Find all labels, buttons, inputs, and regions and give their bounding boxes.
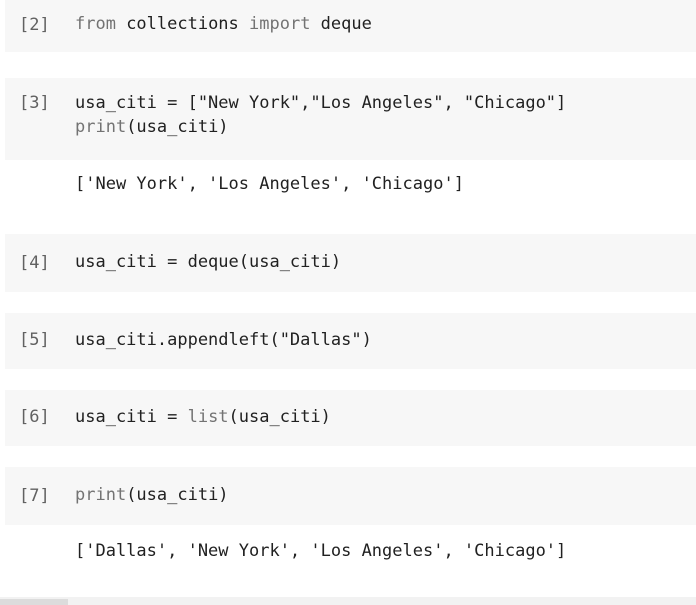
code-editor-7[interactable]: print(usa_citi) xyxy=(75,483,229,507)
execution-count-5: [5] xyxy=(19,330,50,350)
code-args: (usa_citi) xyxy=(126,485,229,505)
execution-count-6: [6] xyxy=(19,407,50,427)
module-name: collections xyxy=(115,14,250,34)
execution-count-4: [4] xyxy=(19,253,50,273)
code-cell-5[interactable]: [5] usa_citi.appendleft("Dallas") xyxy=(5,313,696,369)
code-editor-6[interactable]: usa_citi = list(usa_citi) xyxy=(75,405,331,429)
keyword-import: import xyxy=(249,14,311,34)
keyword-from: from xyxy=(75,14,116,34)
code-cell-4[interactable]: [4] usa_citi = deque(usa_citi) xyxy=(5,234,696,292)
builtin-print: print xyxy=(75,485,127,505)
builtin-print: print xyxy=(75,117,127,137)
scroll-thumb[interactable] xyxy=(0,599,68,605)
code-editor-2[interactable]: from collections import deque xyxy=(75,12,372,36)
bottom-scroll-area xyxy=(0,597,696,605)
code-assign: usa_citi = xyxy=(75,407,188,427)
code-cell-7[interactable]: [7] print(usa_citi) xyxy=(5,467,696,525)
execution-count-2: [2] xyxy=(19,15,50,35)
code-editor-4[interactable]: usa_citi = deque(usa_citi) xyxy=(75,250,341,274)
code-cell-6[interactable]: [6] usa_citi = list(usa_citi) xyxy=(5,390,696,446)
execution-count-7: [7] xyxy=(19,486,50,506)
code-cell-2[interactable]: [2] from collections import deque xyxy=(5,0,696,52)
code-cell-3[interactable]: [3] usa_citi = ["New York","Los Angeles"… xyxy=(5,78,696,160)
code-editor-5[interactable]: usa_citi.appendleft("Dallas") xyxy=(75,328,372,352)
builtin-list: list xyxy=(187,407,229,427)
code-line-2-rest: (usa_citi) xyxy=(126,117,229,137)
import-name: deque xyxy=(310,14,372,34)
cell-output-7: ['Dallas', 'New York', 'Los Angeles', 'C… xyxy=(75,541,567,561)
cell-output-3: ['New York', 'Los Angeles', 'Chicago'] xyxy=(75,174,464,194)
code-args: (usa_citi) xyxy=(228,407,331,427)
code-editor-3[interactable]: usa_citi = ["New York","Los Angeles", "C… xyxy=(75,91,566,139)
execution-count-3: [3] xyxy=(19,93,50,113)
code-line-1: usa_citi = ["New York","Los Angeles", "C… xyxy=(75,93,567,113)
